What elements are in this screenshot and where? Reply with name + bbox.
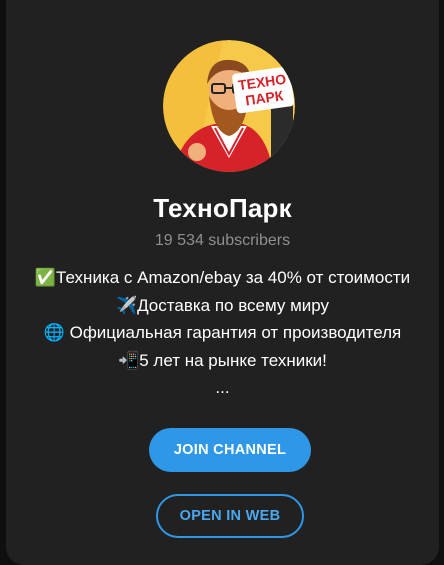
channel-title: ТехноПарк xyxy=(153,193,292,223)
description-line: ✅Техника с Amazon/ebay за 40% от стоимос… xyxy=(34,268,411,287)
description-line: 📲5 лет на рынке техники! xyxy=(118,350,327,370)
description-line: 🌐 Официальная гарантия от производителя xyxy=(43,323,402,342)
channel-card: ТЕХНО ПАРК ТехноПарк 19 534 subscribers … xyxy=(6,0,439,565)
avatar-illustration: ТЕХНО ПАРК xyxy=(163,40,295,172)
subscriber-count: 19 534 subscribers xyxy=(154,232,291,249)
description-line: ✈️Доставка по всему миру xyxy=(115,295,330,315)
open-in-web-button[interactable]: OPEN IN WEB xyxy=(156,494,304,538)
channel-description: ✅Техника с Amazon/ebay за 40% от стоимос… xyxy=(6,264,439,402)
join-channel-button[interactable]: JOIN CHANNEL xyxy=(149,428,311,472)
channel-avatar[interactable]: ТЕХНО ПАРК xyxy=(163,40,295,172)
description-more[interactable]: ... xyxy=(6,374,439,402)
